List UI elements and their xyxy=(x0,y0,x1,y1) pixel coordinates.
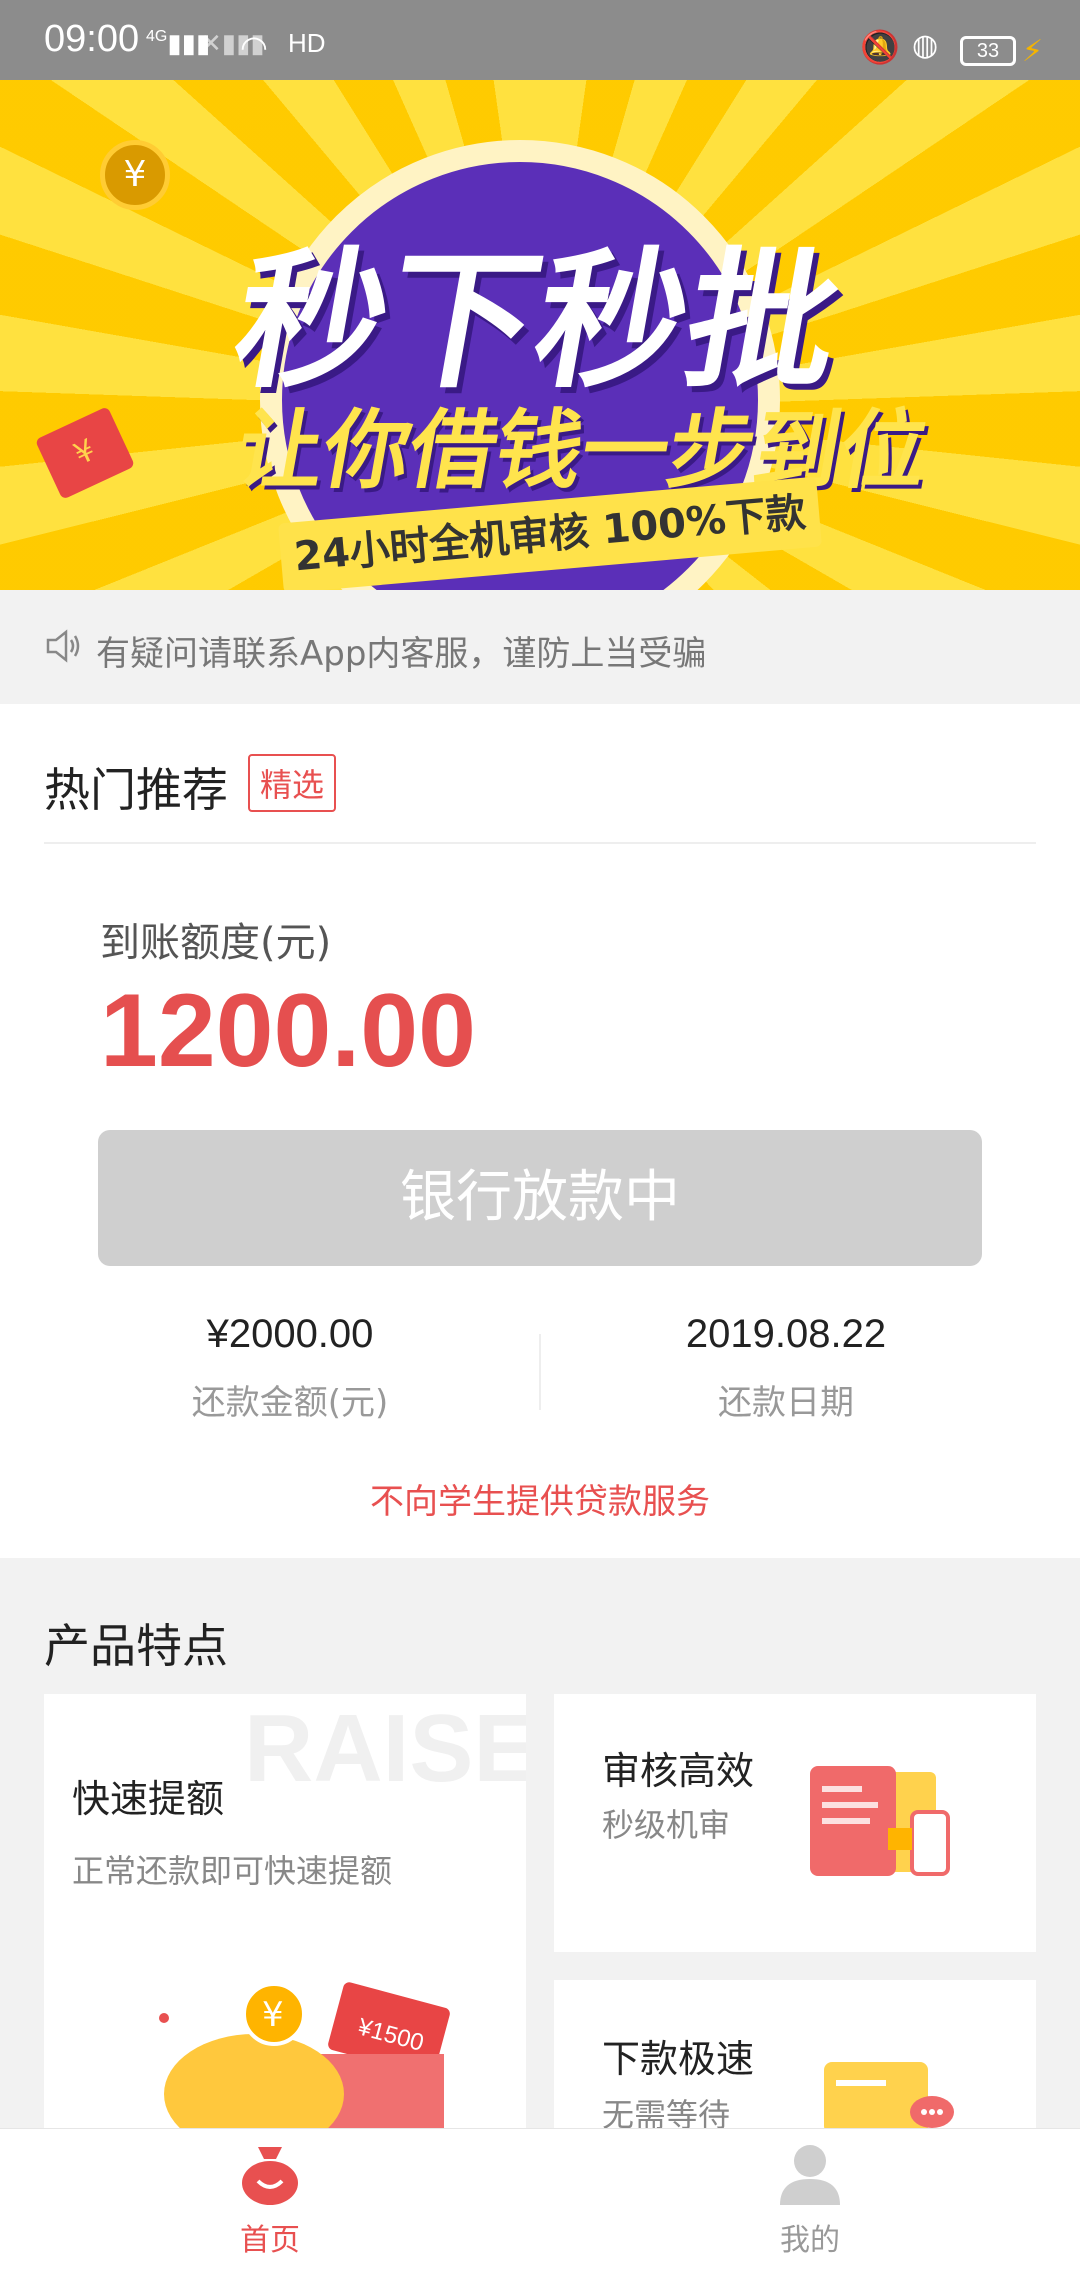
status-time: 09:00 xyxy=(44,18,140,60)
notice-bar: 有疑问请联系App内客服，谨防上当受骗 xyxy=(0,590,1080,704)
loan-amount: 1200.00 xyxy=(100,973,476,1089)
feature-name: 审核高效 xyxy=(602,1749,755,1793)
money-bag-icon xyxy=(242,2147,298,2205)
repay-date: 2019.08.22 xyxy=(685,1312,887,1356)
hd-label: HD xyxy=(288,28,326,58)
raise-watermark: RAISE xyxy=(244,1695,526,1802)
divider xyxy=(44,842,1036,844)
coin-symbol: ¥ xyxy=(123,154,147,195)
vibrate-icon: 🔕 xyxy=(860,29,900,65)
card-chat-icon xyxy=(824,2062,954,2134)
student-warning: 不向学生提供贷款服务 xyxy=(370,1482,710,1522)
battery-level: 33 xyxy=(976,40,1000,62)
banner-subline: 让你借钱一步到位 xyxy=(229,401,936,501)
repay-amount-block: ¥2000.00 还款金额(元) xyxy=(50,1312,530,1424)
repay-amount-label: 还款金额(元) xyxy=(191,1383,389,1423)
section-title: 热门推荐 xyxy=(44,763,228,817)
column-divider xyxy=(539,1334,541,1410)
user-icon xyxy=(780,2145,840,2205)
feature-name: 快速提额 xyxy=(72,1777,225,1821)
bottom-nav: 首页 我的 xyxy=(0,2128,1080,2280)
promo-banner[interactable]: ¥ ¥ 秒下秒批 让你借钱一步到位 24小时全机审核 100%下款 xyxy=(0,80,1080,590)
features-title: 产品特点 xyxy=(44,1619,228,1673)
notice-text: 有疑问请联系App内客服，谨防上当受骗 xyxy=(96,634,707,674)
wifi-icon: ◠ xyxy=(240,29,268,65)
nav-label-home: 首页 xyxy=(240,2223,300,2258)
nav-item-mine[interactable]: 我的 xyxy=(710,2143,910,2259)
status-bar: 09:00 4G▮▮▮ ✕▮▮▮ ◠ HD 🔕 ◍ 33 ⚡ xyxy=(0,0,1080,80)
feature-desc: 正常还款即可快速提额 xyxy=(72,1852,393,1890)
speaker-icon xyxy=(46,629,80,663)
repay-date-block: 2019.08.22 还款日期 xyxy=(546,1312,1026,1424)
piggy-bank-icon: ¥1500 ¥ xyxy=(159,1982,450,2134)
feature-card-efficient-review[interactable]: 审核高效 秒级机审 xyxy=(554,1694,1036,1952)
hd-icon: HD xyxy=(288,28,326,59)
featured-tag: 精选 xyxy=(248,754,337,812)
document-review-icon xyxy=(810,1766,950,1876)
repay-date-label: 还款日期 xyxy=(718,1383,854,1423)
feature-desc: 秒级机审 xyxy=(602,1806,731,1844)
rotation-lock-icon: ◍ xyxy=(912,29,939,62)
repay-amount: ¥2000.00 xyxy=(206,1312,374,1356)
coin-icon: ¥ xyxy=(100,140,170,210)
feature-name: 下款极速 xyxy=(602,2037,755,2081)
envelope-symbol: ¥ xyxy=(68,432,101,473)
nav-item-home[interactable]: 首页 xyxy=(170,2143,370,2259)
network-label: 4G xyxy=(146,28,168,45)
nav-label-mine: 我的 xyxy=(780,2223,840,2258)
feature-card-fast-payout[interactable]: 下款极速 无需等待 xyxy=(554,1980,1036,2134)
illustration-yen: ¥ xyxy=(262,1995,284,2035)
hot-recommendation-card: 热门推荐 精选 到账额度(元) 1200.00 银行放款中 ¥2000.00 还… xyxy=(0,704,1080,1558)
battery-icon: 33 xyxy=(960,36,1016,66)
loan-status-button[interactable]: 银行放款中 xyxy=(98,1130,982,1266)
feature-card-quick-raise[interactable]: RAISE 快速提额 正常还款即可快速提额 ¥1500 ¥ xyxy=(44,1694,526,2134)
charging-icon: ⚡ xyxy=(1022,34,1044,69)
amount-label: 到账额度(元) xyxy=(100,920,332,966)
